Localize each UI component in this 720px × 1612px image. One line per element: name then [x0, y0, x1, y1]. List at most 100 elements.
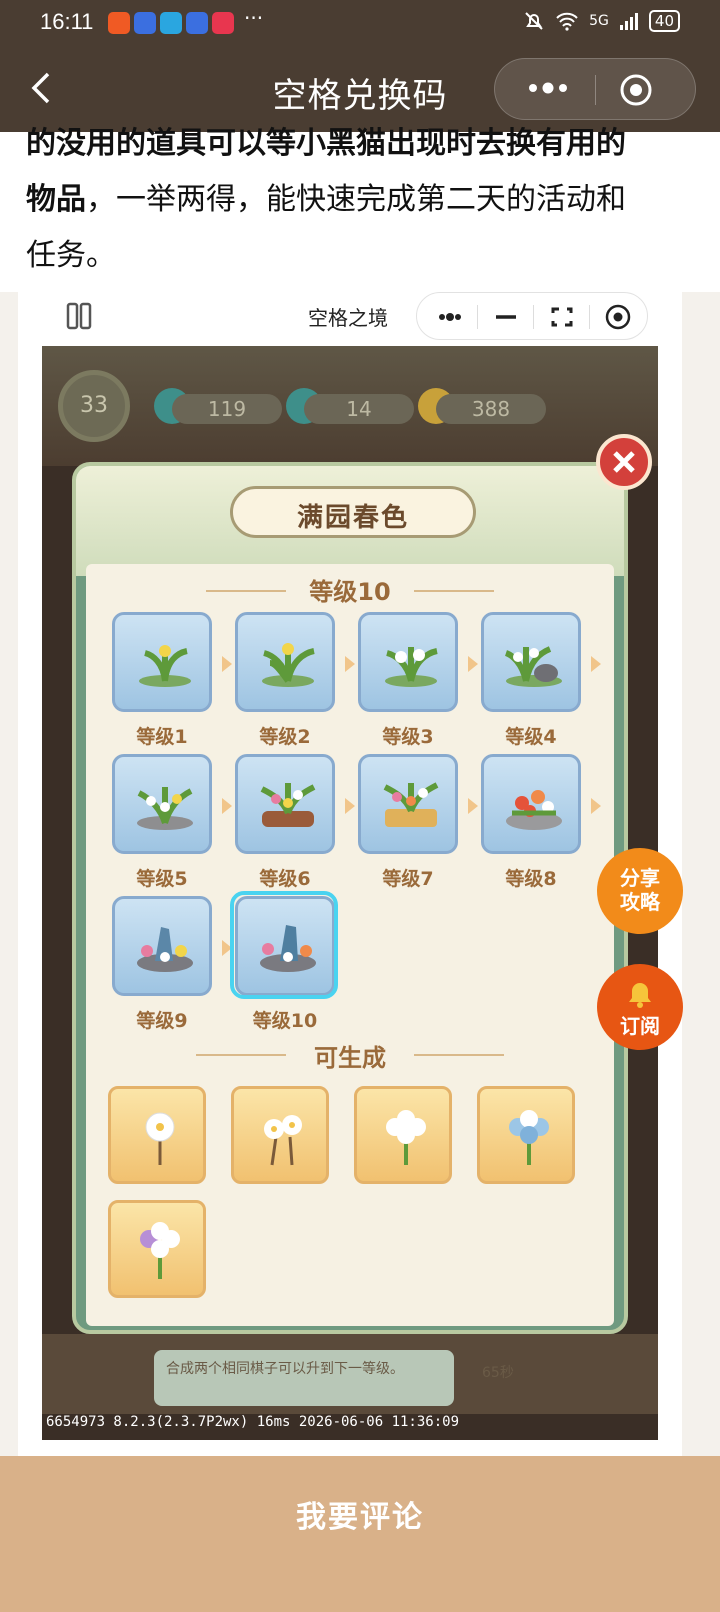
next-arrow [222, 656, 232, 672]
signal-icon [619, 13, 638, 30]
article-line-2: 物品，一举两得，能快速完成第二天的活动和 [26, 172, 694, 228]
resource-count: 14 [304, 394, 414, 424]
share-guide-button[interactable]: 分享 攻略 [597, 848, 683, 934]
close-icon [613, 451, 635, 473]
item-tile [108, 1200, 206, 1298]
miniprogram-capsule [494, 58, 696, 120]
comment-bar[interactable]: 我要评论 [0, 1456, 720, 1612]
popup-header: 满园春色 [76, 466, 624, 576]
level-tile [112, 754, 212, 854]
next-arrow [345, 656, 355, 672]
minimize-icon [496, 315, 516, 319]
app-notification-icon [186, 12, 208, 34]
article-bold-word: 物品 [26, 182, 86, 217]
battery-indicator: 40 [648, 10, 680, 32]
signal-label: 5G [589, 13, 609, 29]
embedded-nav-bar: 空格之境 [18, 290, 682, 346]
item-tile [354, 1086, 452, 1184]
debug-footer: 6654973 8.2.3(2.3.7P2wx) 16ms 2026-06-06… [46, 1414, 460, 1430]
more-dots-icon[interactable] [523, 73, 573, 103]
app-notification-icon [134, 12, 156, 34]
plant-icon [504, 646, 562, 687]
plant-icon [260, 783, 316, 827]
game-hud: 33 119 14 388 [42, 346, 658, 466]
level-label: 等级3 [382, 726, 434, 748]
status-right-group: 5G 40 [523, 10, 680, 32]
capsule-divider [589, 305, 590, 329]
next-arrow [222, 798, 232, 814]
next-arrow [591, 656, 601, 672]
plant-icon [506, 790, 562, 830]
level-tile [112, 896, 212, 996]
item-tile [108, 1086, 206, 1184]
embedded-screenshot: 空格之境 33 119 14 388 满园春色 等级10 等级1 等级2 等级3… [18, 290, 682, 1456]
resize-icon [551, 307, 573, 327]
flower-icon [264, 1115, 302, 1166]
level-label: 等级10 [252, 1010, 318, 1032]
status-app-icons [108, 12, 234, 34]
next-arrow [591, 798, 601, 814]
share-label-1: 分享 [620, 866, 660, 890]
more-dots-icon [439, 313, 461, 321]
section-can-generate: 可生成 [314, 1044, 386, 1072]
level-tile [481, 612, 581, 712]
section-current-level: 等级10 [309, 578, 391, 606]
item-tile [231, 1086, 329, 1184]
plant-icon [385, 647, 438, 687]
level-tile [235, 612, 335, 712]
level-label: 等级8 [505, 868, 557, 890]
bell-icon [629, 983, 651, 1008]
level-label: 等级6 [259, 868, 311, 890]
level-tile [358, 612, 458, 712]
flower-icon [386, 1110, 426, 1165]
article-text: 的没用的道具可以等小黑猫出现时去换有用的 物品，一举两得，能快速完成第二天的活动… [0, 126, 720, 292]
share-label-2: 攻略 [620, 890, 660, 914]
coin-count: 388 [436, 394, 546, 424]
level-popup: 满园春色 等级10 等级1 等级2 等级3 等级4 等级5 等级6 等级7 等级… [72, 462, 628, 1334]
level-label: 等级7 [382, 868, 434, 890]
mute-icon [525, 12, 543, 30]
selection-frame [230, 891, 338, 999]
status-bar: 16:11 ··· 5G 40 [0, 0, 720, 46]
status-more: ··· [244, 6, 264, 30]
next-arrow [345, 798, 355, 814]
wifi-icon [556, 12, 578, 31]
item-tile [477, 1086, 575, 1184]
capsule-divider [477, 305, 478, 329]
popup-title: 满园春色 [296, 503, 409, 533]
embedded-capsule [416, 292, 648, 340]
game-bottom-panel: 合成两个相同棋子可以升到下一等级。 65秒 [42, 1334, 658, 1414]
level-tile [481, 754, 581, 854]
level-tile [358, 754, 458, 854]
close-miniprogram-icon[interactable] [619, 73, 653, 107]
level-label: 等级9 [136, 1010, 188, 1032]
popup-body: 等级10 等级1 等级2 等级3 等级4 等级5 等级6 等级7 等级8 等级9… [86, 564, 614, 1326]
plant-icon [137, 787, 193, 830]
plant-icon [139, 645, 191, 687]
sidebar-toggle-icon [66, 302, 92, 330]
game-screenshot: 33 119 14 388 满园春色 等级10 等级1 等级2 等级3 等级4 … [42, 346, 658, 1440]
embedded-title: 空格之境 [308, 306, 388, 330]
game-hint: 合成两个相同棋子可以升到下一等级。 [154, 1350, 454, 1406]
level-tile [112, 612, 212, 712]
subscribe-label: 订阅 [620, 1014, 660, 1038]
plant-icon [137, 927, 193, 972]
popup-title-plate: 满园春色 [230, 486, 476, 538]
resource-count: 119 [172, 394, 282, 424]
article-line-2-rest: ，一举两得，能快速完成第二天的活动和 [86, 182, 626, 217]
capsule-divider [595, 75, 596, 105]
capsule-divider [533, 305, 534, 329]
subscribe-button[interactable]: 订阅 [597, 964, 683, 1050]
popup-close-button [596, 434, 652, 490]
app-notification-icon [160, 12, 182, 34]
plant-icon [383, 782, 439, 827]
next-arrow [468, 656, 478, 672]
close-target-icon [605, 304, 631, 330]
level-tile [235, 754, 335, 854]
app-notification-icon [212, 12, 234, 34]
level-label: 等级5 [136, 868, 188, 890]
next-arrow [468, 798, 478, 814]
level-label: 等级4 [505, 726, 557, 748]
player-level-badge: 33 [58, 370, 130, 442]
status-time: 16:11 [40, 9, 94, 34]
